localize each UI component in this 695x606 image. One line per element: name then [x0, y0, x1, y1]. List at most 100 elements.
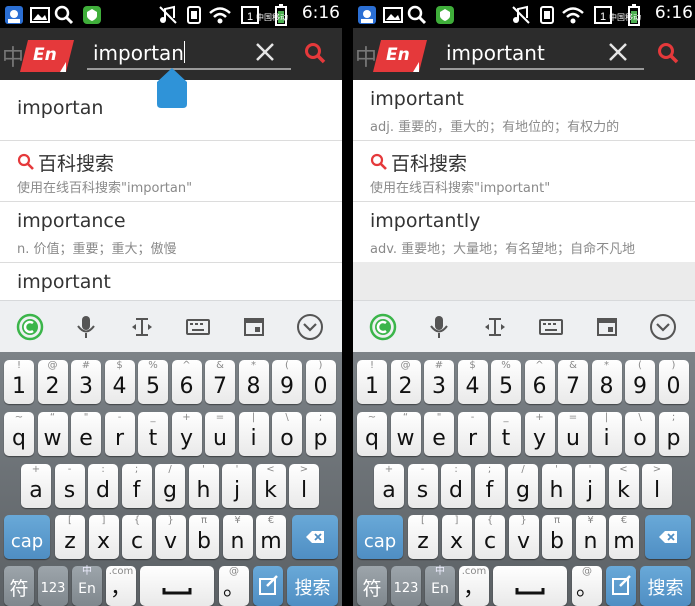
key-w[interactable]: “w [390, 412, 421, 456]
backspace-key[interactable] [292, 515, 338, 559]
key-x[interactable]: ] x [441, 515, 472, 559]
key-p[interactable]: ; p [658, 412, 689, 456]
key-t[interactable]: _ t [491, 412, 521, 456]
numbers-key[interactable]: 123 [391, 566, 421, 606]
key-2[interactable]: @2 [390, 360, 421, 404]
key-a[interactable]: + a [374, 464, 404, 508]
cursor-move-icon[interactable] [128, 313, 156, 341]
key-8[interactable]: * 8 [591, 360, 622, 404]
text-selection-handle[interactable] [157, 68, 187, 108]
key-n[interactable]: ¥ n [575, 515, 606, 559]
microphone-icon[interactable] [72, 313, 100, 341]
key-q[interactable]: ~ q [4, 412, 34, 456]
window-icon[interactable] [593, 313, 621, 341]
key-i[interactable]: | i [238, 412, 269, 456]
key-s[interactable]: -s [407, 464, 438, 508]
period-key[interactable]: @。 [219, 566, 249, 606]
edit-key[interactable] [606, 566, 636, 606]
app-logo-icon[interactable] [16, 313, 44, 341]
symbols-key[interactable]: 符 [4, 566, 34, 606]
key-r[interactable]: -r [457, 412, 488, 456]
key-i[interactable]: | i [591, 412, 622, 456]
key-3[interactable]: #3 [71, 360, 101, 404]
cursor-move-icon[interactable] [481, 313, 509, 341]
key-v[interactable]: } v [508, 515, 539, 559]
key-p[interactable]: ; p [305, 412, 336, 456]
suggestion-item[interactable]: importantadj. 重要的，重大的；有地位的；有权力的 [353, 80, 695, 141]
key-2[interactable]: @2 [37, 360, 68, 404]
key-9[interactable]: (9 [272, 360, 302, 404]
collapse-icon[interactable] [296, 313, 324, 341]
key-y[interactable]: + y [524, 412, 555, 456]
search-key[interactable]: 搜索 [640, 566, 691, 606]
key-w[interactable]: “w [37, 412, 68, 456]
key-h[interactable]: ' h [541, 464, 572, 508]
key-c[interactable]: {c [122, 515, 152, 559]
key-g[interactable]: / g [155, 464, 185, 508]
key-z[interactable]: [z [55, 515, 85, 559]
search-icon[interactable] [657, 42, 679, 64]
key-1[interactable]: ! 1 [4, 360, 34, 404]
key-7[interactable]: & 7 [558, 360, 588, 404]
app-logo-icon[interactable]: En [20, 40, 74, 72]
backspace-key[interactable] [645, 515, 691, 559]
key-o[interactable]: \ o [625, 412, 655, 456]
edit-key[interactable] [253, 566, 283, 606]
clear-icon[interactable] [607, 41, 629, 63]
app-logo-icon[interactable] [369, 313, 397, 341]
key-9[interactable]: (9 [625, 360, 655, 404]
key-v[interactable]: } v [155, 515, 186, 559]
key-7[interactable]: & 7 [205, 360, 235, 404]
search-icon[interactable] [304, 42, 326, 64]
key-0[interactable]: ) 0 [658, 360, 689, 404]
keyboard-icon[interactable] [184, 313, 212, 341]
keyboard-icon[interactable] [537, 313, 565, 341]
key-0[interactable]: ) 0 [305, 360, 336, 404]
key-l[interactable]: > l [642, 464, 672, 508]
key-l[interactable]: > l [289, 464, 319, 508]
key-3[interactable]: #3 [424, 360, 454, 404]
key-z[interactable]: [z [408, 515, 438, 559]
key-c[interactable]: {c [475, 515, 505, 559]
key-5[interactable]: % 5 [138, 360, 168, 404]
key-u[interactable]: = u [205, 412, 235, 456]
symbols-key[interactable]: 符 [357, 566, 387, 606]
suggestion-item[interactable]: importantadj. 重要的，重大的；有地位的；有权力的 [0, 263, 342, 300]
key-6[interactable]: ^ 6 [524, 360, 555, 404]
key-d[interactable]: :d [88, 464, 118, 508]
key-e[interactable]: " e [424, 412, 454, 456]
period-key[interactable]: @。 [572, 566, 602, 606]
key-g[interactable]: / g [508, 464, 538, 508]
key-b[interactable]: πb [189, 515, 219, 559]
key-4[interactable]: $4 [104, 360, 135, 404]
key-8[interactable]: * 8 [238, 360, 269, 404]
key-k[interactable]: < k [608, 464, 639, 508]
suggestion-item[interactable]: importance n. 价值；重要；重大；傲慢 [0, 202, 342, 263]
collapse-icon[interactable] [649, 313, 677, 341]
key-5[interactable]: % 5 [491, 360, 521, 404]
key-f[interactable]: ; f [474, 464, 505, 508]
microphone-icon[interactable] [425, 313, 453, 341]
language-key[interactable]: 中 En [72, 566, 102, 606]
window-icon[interactable] [240, 313, 268, 341]
key-6[interactable]: ^ 6 [171, 360, 202, 404]
key-j[interactable]: ' j [222, 464, 252, 508]
key-y[interactable]: + y [171, 412, 202, 456]
key-u[interactable]: = u [558, 412, 588, 456]
key-f[interactable]: ; f [121, 464, 152, 508]
key-r[interactable]: -r [104, 412, 135, 456]
key-4[interactable]: $4 [457, 360, 488, 404]
key-s[interactable]: -s [54, 464, 85, 508]
key-b[interactable]: πb [542, 515, 572, 559]
caps-lock-key[interactable]: cap [357, 515, 403, 559]
space-key[interactable] [493, 566, 567, 606]
suggestion-item[interactable]: importantly adv. 重要地；大量地；有名望地；自命不凡地 [353, 202, 695, 263]
key-e[interactable]: " e [71, 412, 101, 456]
key-q[interactable]: ~ q [357, 412, 387, 456]
suggestion-item[interactable]: 百科搜索 使用在线百科搜索"important" [353, 141, 695, 202]
comma-key[interactable]: .com， [106, 566, 136, 606]
key-m[interactable]: € m [609, 515, 639, 559]
suggestion-item[interactable]: 百科搜索 使用在线百科搜索"importan" [0, 141, 342, 202]
key-1[interactable]: ! 1 [357, 360, 387, 404]
key-t[interactable]: _ t [138, 412, 168, 456]
